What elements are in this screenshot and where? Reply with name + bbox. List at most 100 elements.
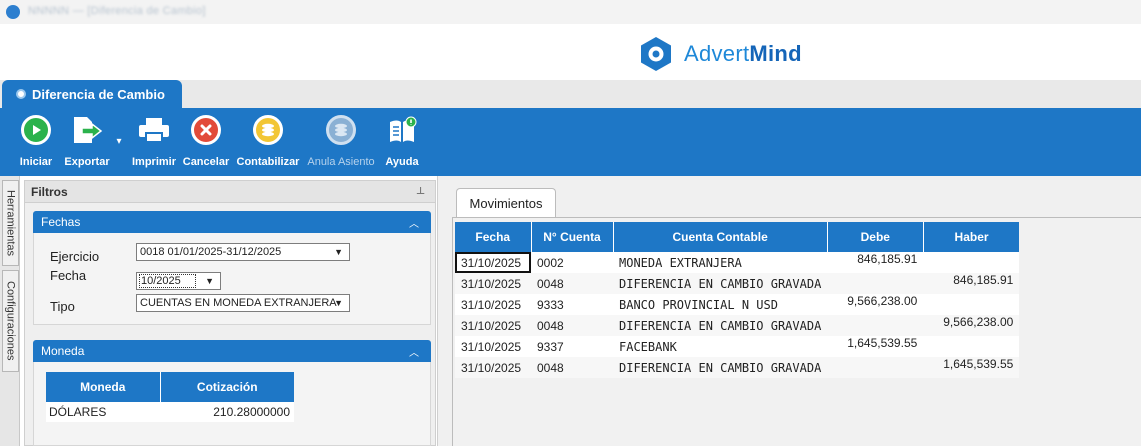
tab-diferencia-de-cambio[interactable]: Diferencia de Cambio (2, 80, 182, 108)
debe-cell[interactable]: 9,566,238.00 (827, 294, 924, 315)
filters-panel: Filtros ⊥ Fechas ︿ Ejercicio 0018 01/01/… (24, 180, 436, 446)
fecha-cell[interactable]: 31/10/2025 (455, 357, 531, 378)
contabilizar-label: Contabilizar (236, 156, 300, 168)
fechas-group-header[interactable]: Fechas ︿ (33, 211, 431, 233)
debe-cell[interactable] (827, 357, 924, 378)
fecha-cell[interactable]: 31/10/2025 (455, 294, 531, 315)
fechas-group-title: Fechas (41, 215, 81, 229)
fecha-value: 10/2025 (139, 274, 196, 288)
cotizacion-cell[interactable]: 210.28000000 (160, 402, 294, 422)
tipo-label: Tipo (50, 299, 75, 314)
printer-icon (137, 108, 171, 152)
col-fecha[interactable]: Fecha (455, 222, 532, 252)
fecha-cell[interactable]: 31/10/2025 (455, 315, 531, 336)
haber-cell[interactable] (923, 336, 1020, 357)
export-icon (70, 108, 104, 152)
header-logo-area: AdvertMind (0, 24, 1141, 80)
cuenta-cell[interactable]: 0002 (531, 252, 613, 273)
fecha-select[interactable]: 10/2025 ▼ (136, 272, 221, 290)
tab-configuraciones[interactable]: Configuraciones (2, 270, 19, 372)
tab-label: Diferencia de Cambio (32, 86, 165, 102)
contable-cell[interactable]: FACEBANK (613, 336, 828, 357)
moneda-table: Moneda Cotización DÓLARES 210.28000000 (46, 372, 294, 422)
col-haber[interactable]: Haber (923, 222, 1020, 252)
window-titlebar: NNNNN — [Diferencia de Cambio] (0, 0, 1141, 24)
cuenta-cell[interactable]: 0048 (531, 273, 613, 294)
contable-cell[interactable]: DIFERENCIA EN CAMBIO GRAVADA (613, 357, 828, 378)
haber-cell[interactable]: 846,185.91 (923, 273, 1020, 294)
ejercicio-select[interactable]: 0018 01/01/2025-31/12/2025 ▼ (136, 243, 350, 261)
moneda-cell[interactable]: DÓLARES (46, 402, 160, 422)
cancelar-button[interactable]: Cancelar (182, 108, 230, 176)
contable-cell[interactable]: BANCO PROVINCIAL N USD (613, 294, 828, 315)
collapse-icon[interactable]: ︿ (409, 344, 419, 359)
cuenta-cell[interactable]: 9337 (531, 336, 613, 357)
window-title: NNNNN — [Diferencia de Cambio] (28, 5, 206, 17)
cancel-icon (191, 115, 221, 145)
contable-cell[interactable]: MONEDA EXTRANJERA (613, 252, 828, 273)
ayuda-label: Ayuda (385, 156, 419, 168)
imprimir-button[interactable]: Imprimir (130, 108, 178, 176)
tab-movimientos[interactable]: Movimientos (456, 188, 556, 218)
table-row[interactable]: 31/10/2025 0048 DIFERENCIA EN CAMBIO GRA… (455, 273, 1020, 294)
exportar-label: Exportar (64, 156, 110, 168)
haber-cell[interactable] (923, 252, 1020, 273)
ejercicio-value: 0018 01/01/2025-31/12/2025 (140, 246, 282, 258)
table-row[interactable]: 31/10/2025 0002 MONEDA EXTRANJERA 846,18… (455, 252, 1020, 273)
haber-cell[interactable]: 9,566,238.00 (923, 315, 1020, 336)
table-row[interactable]: 31/10/2025 0048 DIFERENCIA EN CAMBIO GRA… (455, 315, 1020, 336)
moneda-row[interactable]: DÓLARES 210.28000000 (46, 402, 294, 422)
col-cuenta-contable[interactable]: Cuenta Contable (613, 222, 828, 252)
col-debe[interactable]: Debe (827, 222, 924, 252)
debe-cell[interactable] (827, 273, 924, 294)
brand-name-light: Advert (684, 41, 750, 66)
tab-herramientas[interactable]: Herramientas (2, 180, 19, 266)
fechas-group-body: Ejercicio 0018 01/01/2025-31/12/2025 ▼ F… (33, 233, 431, 325)
fecha-label: Fecha (50, 268, 87, 283)
contable-cell[interactable]: DIFERENCIA EN CAMBIO GRAVADA (613, 315, 828, 336)
anula-asiento-button[interactable]: Anula Asiento (304, 108, 378, 176)
collapse-icon[interactable]: ︿ (409, 215, 419, 230)
col-n-cuenta[interactable]: N° Cuenta (531, 222, 614, 252)
tipo-select[interactable]: CUENTAS EN MONEDA EXTRANJERA ▼ (136, 294, 350, 312)
col-cotizacion[interactable]: Cotización (160, 372, 294, 402)
exportar-button[interactable]: Exportar (62, 108, 112, 176)
table-row[interactable]: 31/10/2025 9337 FACEBANK 1,645,539.55 (455, 336, 1020, 357)
debe-cell[interactable]: 846,185.91 (827, 252, 924, 273)
cuenta-cell[interactable]: 9333 (531, 294, 613, 315)
moneda-group-header[interactable]: Moneda ︿ (33, 340, 431, 362)
movimientos-area: Movimientos Fecha N° Cuenta Cuenta Conta… (437, 176, 1141, 446)
fecha-cell[interactable]: 31/10/2025 (455, 336, 531, 357)
col-moneda[interactable]: Moneda (46, 372, 161, 402)
pin-icon[interactable]: ⊥ (416, 186, 425, 197)
table-row[interactable]: 31/10/2025 9333 BANCO PROVINCIAL N USD 9… (455, 294, 1020, 315)
dropdown-arrow-icon: ▼ (334, 298, 343, 308)
cuenta-cell[interactable]: 0048 (531, 357, 613, 378)
contabilizar-button[interactable]: Contabilizar (234, 108, 302, 176)
contable-cell[interactable]: DIFERENCIA EN CAMBIO GRAVADA (613, 273, 828, 294)
debe-cell[interactable] (827, 315, 924, 336)
iniciar-button[interactable]: Iniciar (14, 108, 58, 176)
exportar-dropdown-button[interactable]: ▾ (112, 108, 126, 176)
play-icon (21, 115, 51, 145)
logo-mark-icon (636, 34, 676, 74)
debe-cell[interactable]: 1,645,539.55 (827, 336, 924, 357)
undo-entry-icon (326, 115, 356, 145)
haber-cell[interactable] (923, 294, 1020, 315)
brand-logo: AdvertMind (636, 34, 802, 74)
tab-movimientos-label: Movimientos (469, 196, 543, 211)
fecha-cell[interactable]: 31/10/2025 (455, 273, 531, 294)
iniciar-label: Iniciar (19, 156, 53, 168)
movimientos-grid: Fecha N° Cuenta Cuenta Contable Debe Hab… (455, 222, 1020, 378)
help-book-icon (387, 108, 417, 152)
tab-configuraciones-label: Configuraciones (4, 281, 17, 361)
ayuda-button[interactable]: Ayuda (382, 108, 422, 176)
dropdown-arrow-icon: ▼ (205, 276, 214, 286)
app-icon (6, 5, 20, 19)
cuenta-cell[interactable]: 0048 (531, 315, 613, 336)
ejercicio-label: Ejercicio (50, 249, 100, 264)
table-row[interactable]: 31/10/2025 0048 DIFERENCIA EN CAMBIO GRA… (455, 357, 1020, 378)
moneda-table-header: Moneda Cotización (46, 372, 294, 402)
fecha-cell[interactable]: 31/10/2025 (455, 252, 531, 273)
haber-cell[interactable]: 1,645,539.55 (923, 357, 1020, 378)
